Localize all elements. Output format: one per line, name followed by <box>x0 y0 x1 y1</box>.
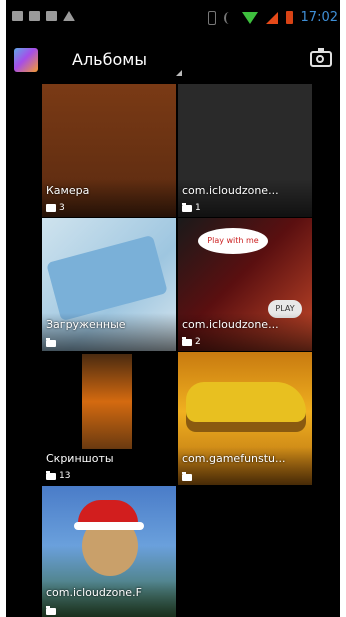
system-icons: 17:02 <box>207 10 338 25</box>
album-meta: 2 <box>182 336 201 347</box>
thumbnail-speech-bubble: Play with me <box>198 228 268 254</box>
folder-icon <box>182 202 192 212</box>
album-tile[interactable]: com.gamefunstu... <box>178 352 312 485</box>
folder-icon <box>46 338 56 347</box>
folder-icon <box>182 472 192 481</box>
album-tile[interactable]: Play with me PLAY com.icloudzone... 2 <box>178 218 312 351</box>
album-meta <box>46 338 59 347</box>
album-count: 3 <box>59 203 65 213</box>
album-tile[interactable]: Скриншоты 13 <box>42 352 176 485</box>
album-count: 2 <box>195 337 201 347</box>
message-icon <box>46 11 57 21</box>
gallery-app-icon[interactable] <box>14 48 38 72</box>
folder-icon <box>46 470 56 480</box>
image-icon <box>29 11 40 21</box>
camera-icon[interactable] <box>310 48 332 67</box>
nfc-icon <box>223 11 234 24</box>
mail-icon <box>12 11 23 21</box>
folder-icon <box>46 606 56 615</box>
album-name: Камера <box>46 184 90 197</box>
album-count: 1 <box>195 203 201 213</box>
album-meta: 13 <box>46 470 71 481</box>
camera-icon <box>46 204 56 212</box>
status-bar: 17:02 <box>6 0 340 34</box>
album-tile[interactable]: Загруженные <box>42 218 176 351</box>
action-bar: Альбомы <box>6 34 340 84</box>
spinner-caret-icon <box>176 70 182 76</box>
album-name: Скриншоты <box>46 452 114 465</box>
signal-icon <box>265 11 278 24</box>
folder-icon <box>182 336 192 346</box>
album-count: 13 <box>59 471 71 481</box>
album-view-spinner[interactable]: Альбомы <box>72 50 147 69</box>
album-meta <box>46 606 59 615</box>
notification-icons <box>12 11 75 21</box>
album-meta: 1 <box>182 202 201 213</box>
album-name: com.icloudzone... <box>182 184 279 197</box>
clock: 17:02 <box>300 10 338 25</box>
album-grid: Камера 3 com.icloudzone... 1 Загруженные <box>6 84 340 617</box>
album-thumbnail <box>186 382 306 432</box>
album-thumbnail <box>46 234 168 322</box>
album-name: com.icloudzone... <box>182 318 279 331</box>
album-name: com.icloudzone.F <box>46 586 142 599</box>
phone-screen: 17:02 Альбомы Камера 3 com.icloudzone...… <box>6 0 340 617</box>
warning-icon <box>63 11 75 21</box>
vibrate-icon <box>207 10 216 25</box>
battery-icon <box>285 11 293 24</box>
wifi-icon <box>241 11 258 24</box>
album-tile[interactable]: com.icloudzone... 1 <box>178 84 312 217</box>
album-meta: 3 <box>46 203 65 213</box>
album-tile[interactable]: com.icloudzone.F <box>42 486 176 617</box>
album-name: Загруженные <box>46 318 126 331</box>
album-tile[interactable]: Камера 3 <box>42 84 176 217</box>
album-thumbnail <box>82 354 132 449</box>
album-meta <box>182 472 195 481</box>
album-name: com.gamefunstu... <box>182 452 286 465</box>
